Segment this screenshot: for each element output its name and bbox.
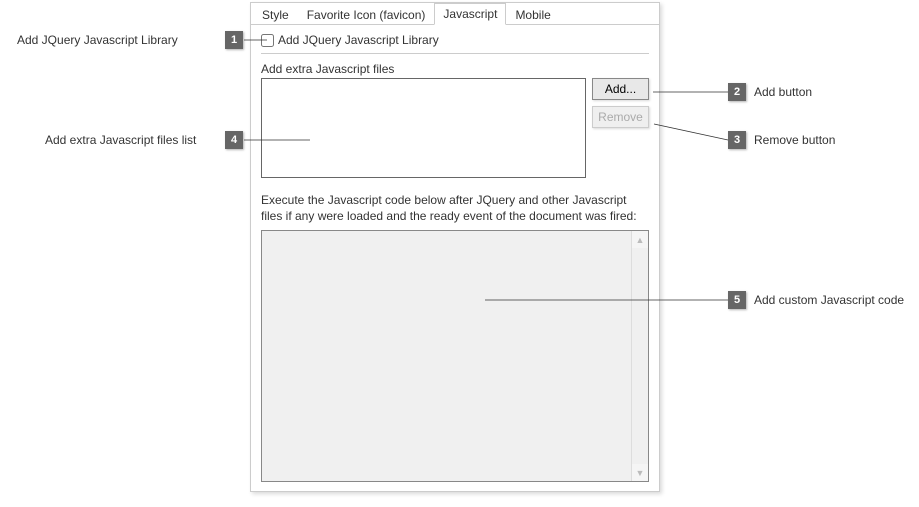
- callout-4-label: Add extra Javascript files list: [45, 133, 196, 147]
- add-jquery-label: Add JQuery Javascript Library: [278, 33, 439, 47]
- extra-files-row: Add... Remove: [261, 78, 649, 178]
- remove-button[interactable]: Remove: [592, 106, 649, 128]
- tab-style[interactable]: Style: [253, 4, 298, 25]
- callout-5-label: Add custom Javascript code: [754, 293, 904, 307]
- add-button[interactable]: Add...: [592, 78, 649, 100]
- scroll-down-icon[interactable]: ▼: [632, 464, 648, 481]
- exec-label: Execute the Javascript code below after …: [261, 192, 649, 224]
- callout-3-num: 3: [728, 131, 746, 149]
- callout-3-label: Remove button: [754, 133, 835, 147]
- callout-2-label: Add button: [754, 85, 812, 99]
- tab-content: Add JQuery Javascript Library Add extra …: [251, 25, 659, 492]
- callout-2-num: 2: [728, 83, 746, 101]
- callout-1-num: 1: [225, 31, 243, 49]
- callout-4-num: 4: [225, 131, 243, 149]
- extra-files-listbox[interactable]: [261, 78, 586, 178]
- extra-files-label: Add extra Javascript files: [261, 62, 649, 76]
- tab-mobile[interactable]: Mobile: [506, 4, 559, 25]
- scrollbar[interactable]: ▲ ▼: [631, 231, 648, 481]
- callout-5-num: 5: [728, 291, 746, 309]
- tab-javascript[interactable]: Javascript: [434, 3, 506, 25]
- tab-bar: Style Favorite Icon (favicon) Javascript…: [251, 3, 659, 25]
- settings-panel: Style Favorite Icon (favicon) Javascript…: [250, 2, 660, 492]
- add-jquery-checkbox[interactable]: [261, 34, 274, 47]
- custom-js-textarea[interactable]: [262, 231, 631, 481]
- extra-files-buttons: Add... Remove: [592, 78, 649, 128]
- callout-1-label: Add JQuery Javascript Library: [17, 33, 178, 47]
- tab-favicon[interactable]: Favorite Icon (favicon): [298, 4, 435, 25]
- jquery-row: Add JQuery Javascript Library: [261, 31, 649, 54]
- code-area-wrap: ▲ ▼: [261, 230, 649, 482]
- scroll-up-icon[interactable]: ▲: [632, 231, 648, 248]
